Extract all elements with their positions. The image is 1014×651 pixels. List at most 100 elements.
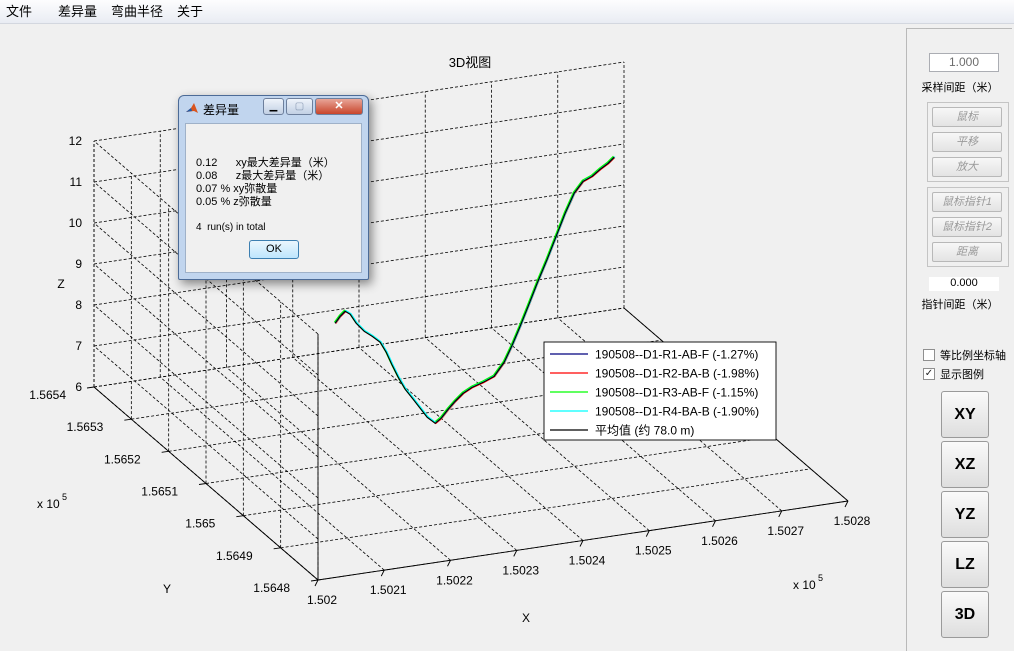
xy-dispersion: 0.07 % xy弥散量 [196,183,278,195]
y-tick [273,547,281,550]
pointer-spacing-field[interactable]: 0.000 [929,277,999,291]
z-tick-label: 9 [75,257,82,271]
y-tick-label: 1.5649 [216,549,253,563]
runs-total: 4 run(s) in total [196,222,266,233]
plot-labels: 1.502 1.5021 1.5022 1.5023 1.5024 1.5025 1.502… [29,55,870,625]
x-tick [314,579,319,587]
x-tick [712,520,716,527]
dialog-title: 差异量 [203,103,240,117]
y-tick-label: 1.5654 [29,388,66,402]
x-tick-label: 1.5025 [635,544,672,558]
legend-entry: 190508--D1-R2-BA-B (-1.98%) [595,367,759,381]
zoom-button[interactable]: 放大 [932,157,1002,177]
x-tick [447,560,451,567]
menu-bend-radius[interactable]: 弯曲半径 [104,0,170,24]
y-axis-label: Y [163,582,171,596]
y-tick-label: 1.5652 [104,452,141,466]
x-tick [513,550,518,557]
x-tick [380,569,385,577]
x-tick [844,500,849,508]
y-tick [161,450,169,453]
view-xz-button[interactable]: XZ [941,441,989,488]
z-tick-label: 11 [70,175,83,189]
z-max-diff: 0.08 z最大差异量（米） [196,170,330,182]
y-tick [236,515,244,518]
3d-plot[interactable]: 1.502 1.5021 1.5022 1.5023 1.5024 1.5025 1.502… [0,24,905,651]
y-tick [86,386,95,389]
menu-bar: 文件 差异量 弯曲半径 关于 [0,0,1014,24]
x-tick-label: 1.502 [307,593,337,607]
equal-axes-checkbox[interactable] [923,349,935,361]
difference-dialog[interactable]: 差异量 ▁ ▢ ✕ 0.12 xy最大差异量（米） 0.08 z最大差异量（米）… [178,95,369,280]
x-tick-label: 1.5022 [436,573,473,587]
x-tick-label: 1.5023 [502,563,539,577]
sample-spacing-label: 采样间距（米） [921,82,999,94]
x-tick-label: 1.5027 [767,524,804,538]
matlab-icon [186,103,198,113]
view-lz-button[interactable]: LZ [941,541,989,588]
plot-title: 3D视图 [449,55,492,70]
x-tick [579,540,584,547]
x-axis-label: X [522,611,530,625]
pointer2-button[interactable]: 鼠标指针2 [932,217,1002,237]
y-tick-label: 1.565 [185,517,215,531]
maximize-icon[interactable]: ▢ [286,98,313,115]
menu-file[interactable]: 文件 [0,0,39,24]
menu-about[interactable]: 关于 [170,0,210,24]
legend-entry: 190508--D1-R1-AB-F (-1.27%) [595,348,758,362]
legend-entry: 190508--D1-R3-AB-F (-1.15%) [595,386,758,400]
legend-entry: 190508--D1-R4-BA-B (-1.90%) [595,405,759,419]
y-tick-label: 1.5648 [253,581,290,595]
x-tick-label: 1.5026 [701,534,738,548]
mouse-button[interactable]: 鼠标 [932,107,1002,127]
y-tick-label: 1.5653 [67,420,104,434]
menu-difference[interactable]: 差异量 [51,0,104,24]
x-tick [645,530,650,537]
y-exponent-power: 5 [62,492,67,502]
z-axis-label: Z [57,277,64,291]
equal-axes-label: 等比例坐标轴 [940,350,1006,362]
xy-max-diff: 0.12 xy最大差异量（米） [196,157,335,169]
pointer-tool-group: 鼠标指针1 鼠标指针2 距离 [927,187,1009,267]
x-tick-label: 1.5021 [370,583,407,597]
show-legend-option[interactable]: ✓ 显示图例 [923,366,984,382]
ok-button[interactable]: OK [249,240,299,259]
distance-button[interactable]: 距离 [932,242,1002,262]
x-exponent-power: 5 [818,573,823,583]
grid-line [93,345,319,540]
z-tick-label: 8 [75,298,82,312]
y-tick [310,579,319,582]
dialog-body: 0.12 xy最大差异量（米） 0.08 z最大差异量（米） 0.07 % xy… [185,123,362,273]
z-dispersion: 0.05 % z弥散量 [196,196,272,208]
y-exponent-label: x 10 [37,497,60,511]
y-tick [198,483,207,485]
z-tick-label: 7 [75,339,82,353]
grid-line [226,366,451,561]
view-yz-button[interactable]: YZ [941,491,989,538]
plot-legend: 190508--D1-R1-AB-F (-1.27%) 190508--D1-R2… [543,341,777,441]
minimize-icon[interactable]: ▁ [263,98,284,115]
y-tick [124,418,132,421]
legend-entry: 平均值 (约 78.0 m) [595,423,694,438]
z-tick-label: 6 [75,380,82,394]
show-legend-label: 显示图例 [940,369,984,381]
pointer1-button[interactable]: 鼠标指针1 [932,192,1002,212]
x-exponent-label: x 10 [793,578,816,592]
z-tick-label: 12 [69,134,83,148]
x-tick [778,510,783,518]
pointer-spacing-label: 指针间距（米） [921,299,999,311]
mouse-tool-group: 鼠标 平移 放大 [927,102,1009,182]
grid-line [243,436,774,517]
pan-button[interactable]: 平移 [932,132,1002,152]
view-xy-button[interactable]: XY [941,391,989,438]
y-tick-label: 1.5651 [141,485,178,499]
z-tick-label: 10 [69,216,83,230]
equal-axes-option[interactable]: 等比例坐标轴 [923,347,1006,363]
sample-spacing-field[interactable]: 1.000 [929,53,999,72]
show-legend-checkbox[interactable]: ✓ [923,368,935,380]
x-tick-label: 1.5024 [569,554,606,568]
x-tick-label: 1.5028 [834,514,871,528]
control-panel: 1.000 采样间距（米） 鼠标 平移 放大 鼠标指针1 鼠标指针2 距离 0.… [906,28,1012,651]
view-3d-button[interactable]: 3D [941,591,989,638]
close-icon[interactable]: ✕ [315,98,363,115]
